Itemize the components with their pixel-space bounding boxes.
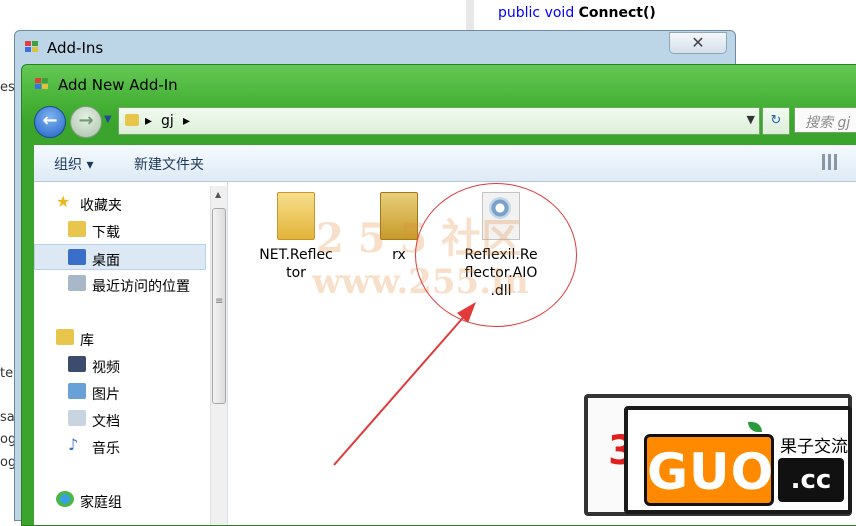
- stamp-front-card: GUO 果子交流 .cc: [624, 406, 852, 514]
- stamp-tld: .cc: [778, 458, 844, 502]
- leaf-icon: [748, 422, 762, 432]
- stamp-brand: GUO: [644, 434, 774, 506]
- guo-stamp-logo: 3 GUO 果子交流 .cc: [584, 394, 856, 519]
- stamp-chinese-text: 果子交流: [780, 437, 848, 457]
